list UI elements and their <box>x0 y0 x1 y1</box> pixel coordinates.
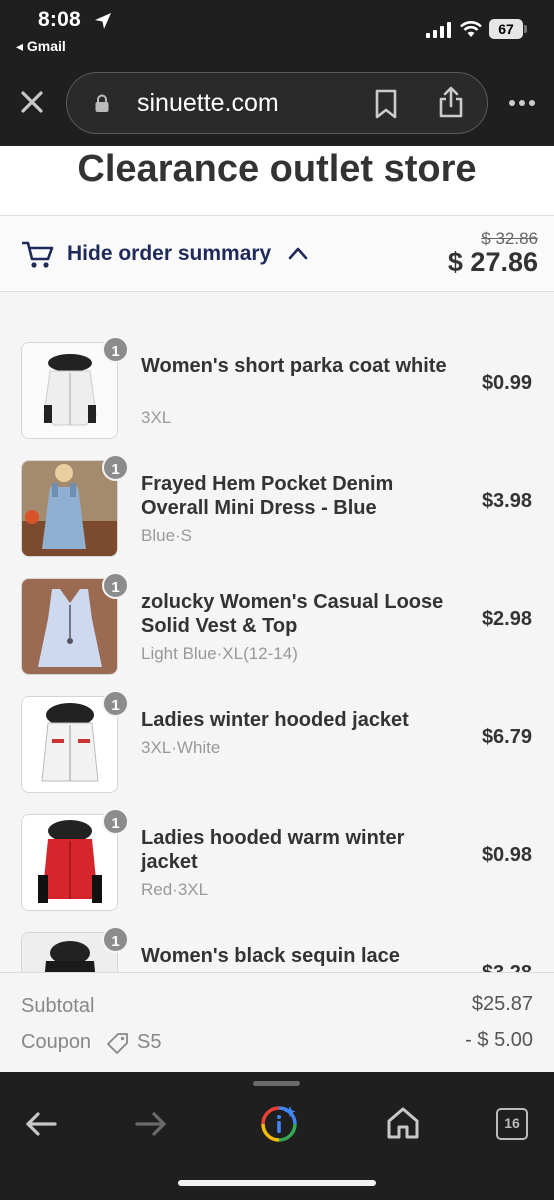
original-total: $ 32.86 <box>481 229 538 248</box>
home-indicator[interactable] <box>178 1180 376 1186</box>
order-item: 1 Ladies hooded warm winter jacket Red·3… <box>0 764 554 911</box>
subtotal-value: $25.87 <box>471 993 533 1015</box>
coupon-code: S5 <box>137 1031 162 1053</box>
share-icon[interactable] <box>436 85 466 119</box>
item-variant: 3XL·White <box>141 738 221 757</box>
item-name: Women's black sequin lace <box>141 945 400 967</box>
item-price: $0.98 <box>481 844 532 866</box>
cellular-signal-icon <box>426 22 451 38</box>
hide-order-summary-label[interactable]: Hide order summary <box>67 242 271 266</box>
back-to-app-link[interactable]: ◂ Gmail <box>16 38 66 55</box>
store-title: Clearance outlet store <box>77 148 477 190</box>
browser-toolbar: 16 <box>0 1072 554 1200</box>
close-icon[interactable] <box>18 88 46 116</box>
coupon-discount: - $ 5.00 <box>465 1029 533 1051</box>
item-price: $2.98 <box>481 608 532 630</box>
back-arrow-icon[interactable] <box>24 1110 58 1138</box>
quantity-badge: 1 <box>102 808 129 835</box>
forward-arrow-icon[interactable] <box>134 1110 168 1138</box>
browser-chrome: 8:08 ◂ Gmail 67 sinuette.com <box>0 0 554 146</box>
order-item: 1 Women's short parka coat white 3XL $0.… <box>0 292 554 439</box>
item-name: Women's short parka coat white <box>141 355 447 377</box>
item-name: Ladies hooded warm winter jacket <box>141 827 405 873</box>
status-time: 8:08 <box>38 8 81 31</box>
cart-icon <box>22 241 54 268</box>
item-name: Ladies winter hooded jacket <box>141 709 409 731</box>
store-header: Clearance outlet store <box>0 146 554 216</box>
order-item: 1 Women's black sequin lace $3.28 <box>0 882 554 972</box>
item-price: $0.99 <box>481 372 532 394</box>
quantity-badge: 1 <box>102 454 129 481</box>
wifi-icon <box>460 21 482 37</box>
lock-icon <box>95 94 109 112</box>
subtotal-label: Subtotal <box>21 995 95 1017</box>
order-items-list[interactable]: 1 Women's short parka coat white 3XL $0.… <box>0 292 554 972</box>
tag-icon <box>107 1033 128 1054</box>
item-name: Frayed Hem Pocket Denim Overall Mini Dre… <box>141 473 394 519</box>
quantity-badge: 1 <box>102 336 129 363</box>
order-summary-toggle[interactable]: Hide order summary $ 32.86 $ 27.86 <box>0 216 554 292</box>
order-item: 1 Ladies winter hooded jacket 3XL·White … <box>0 646 554 793</box>
tab-switcher-button[interactable]: 16 <box>496 1108 528 1140</box>
battery-indicator: 67 <box>489 19 523 39</box>
quantity-badge: 1 <box>102 926 129 953</box>
location-arrow-icon <box>95 13 111 29</box>
order-item: 1 Frayed Hem Pocket Denim Overall Mini D… <box>0 410 554 557</box>
item-price: $6.79 <box>481 726 532 748</box>
google-lens-icon[interactable] <box>259 1104 299 1144</box>
order-item: 1 zolucky Women's Casual Loose Solid Ves… <box>0 528 554 675</box>
chevron-up-icon <box>288 247 308 260</box>
item-price: $3.98 <box>481 490 532 512</box>
order-total: $ 27.86 <box>447 247 538 277</box>
bookmark-icon[interactable] <box>373 89 399 119</box>
home-icon[interactable] <box>386 1106 420 1140</box>
drag-handle[interactable] <box>253 1081 300 1086</box>
item-name: zolucky Women's Casual Loose Solid Vest … <box>141 591 444 637</box>
battery-tip <box>524 25 527 33</box>
coupon-label: Coupon <box>21 1031 92 1053</box>
totals-panel: Subtotal $25.87 Coupon S5 - $ 5.00 <box>0 972 554 1072</box>
quantity-badge: 1 <box>102 690 129 717</box>
quantity-badge: 1 <box>102 572 129 599</box>
more-options-icon[interactable] <box>508 95 536 111</box>
address-bar[interactable]: sinuette.com <box>66 72 488 134</box>
url-text: sinuette.com <box>137 89 279 117</box>
item-price: $3.28 <box>482 962 532 972</box>
